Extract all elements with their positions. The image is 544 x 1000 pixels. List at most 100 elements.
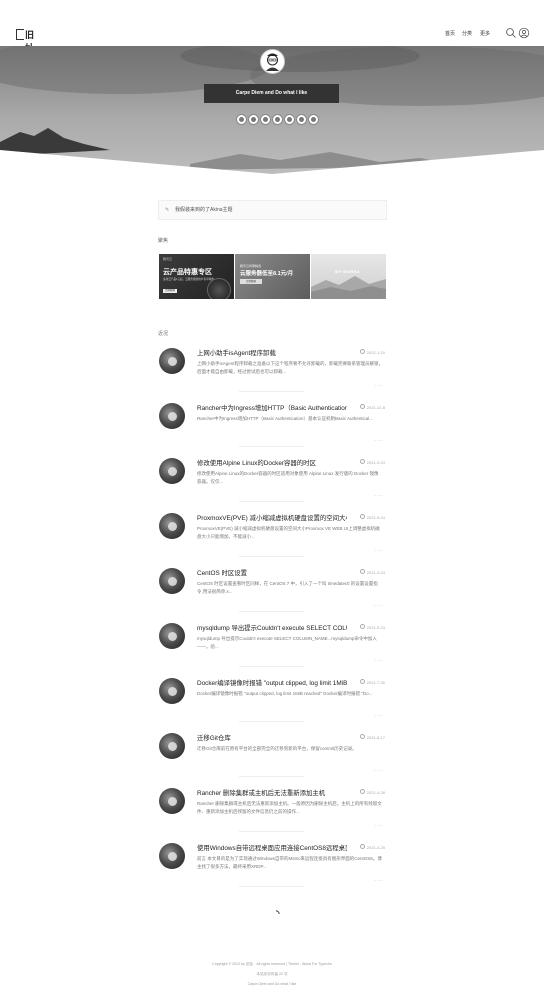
divider bbox=[239, 446, 304, 447]
card-button[interactable]: 立即抢购 bbox=[163, 289, 177, 293]
hero-motto: Carpe Diem and Do what I like bbox=[204, 84, 339, 103]
nav-categories[interactable]: 分类 bbox=[462, 30, 472, 37]
post-title[interactable]: 迁移Git仓库 bbox=[197, 733, 347, 742]
site-logo[interactable]: 旧址 bbox=[16, 29, 40, 53]
user-icon[interactable] bbox=[518, 27, 530, 39]
featured-card-2[interactable]: 腾讯云特惠精选 云服务器低至8.1元/月 立即抢购 bbox=[235, 254, 310, 299]
divider bbox=[239, 886, 304, 887]
post-title[interactable]: 使用Windows自带远程桌面应用连接CentOS8远程桌面 bbox=[197, 843, 347, 852]
post-item[interactable]: 修改使用Alpine Linux的Docker容器的时区 2021-9-24 修… bbox=[158, 458, 385, 513]
landscape-graphic bbox=[311, 276, 386, 299]
post-date: 2021-7-30 bbox=[359, 679, 385, 685]
divider bbox=[239, 831, 304, 832]
more-icon[interactable]: ··· bbox=[374, 548, 383, 554]
clock-icon bbox=[359, 459, 365, 464]
post-item[interactable]: Rancher 删除集群或主机后无法重新添加主机 2021-4-28 Ranch… bbox=[158, 788, 385, 843]
post-item[interactable]: Rancher中为Ingress增加HTTP（Basic Authenticat… bbox=[158, 403, 385, 458]
post-title[interactable]: CentOS 时区设置 bbox=[197, 568, 347, 577]
featured-card-3[interactable]: MY WORKS bbox=[311, 254, 386, 299]
loading-spinner-icon bbox=[272, 910, 280, 918]
clock-icon bbox=[359, 349, 365, 354]
more-icon[interactable]: ··· bbox=[374, 603, 383, 609]
more-icon[interactable]: ··· bbox=[374, 438, 383, 444]
post-title[interactable]: Rancher中为Ingress增加HTTP（Basic Authenticat… bbox=[197, 403, 347, 412]
more-icon[interactable]: ··· bbox=[374, 713, 383, 719]
post-item[interactable]: 上网小助手isAgent程序卸载 2022-1-20 上网小助手isAgent程… bbox=[158, 348, 385, 403]
more-icon[interactable]: ··· bbox=[374, 658, 383, 664]
clock-icon bbox=[359, 514, 365, 519]
weibo-icon[interactable] bbox=[272, 114, 283, 125]
recent-heading: 近况 bbox=[158, 331, 169, 337]
post-thumbnail[interactable] bbox=[159, 568, 185, 594]
divider bbox=[239, 501, 304, 502]
rss-icon[interactable] bbox=[296, 114, 307, 125]
post-thumbnail[interactable] bbox=[159, 733, 185, 759]
post-excerpt: 上网小助手isAgent程序卸载之准备以下这个程序要不允许卸载的，卸载完要联系管… bbox=[197, 361, 383, 374]
post-thumbnail[interactable] bbox=[159, 403, 185, 429]
more-icon[interactable]: ··· bbox=[374, 823, 383, 829]
post-thumbnail[interactable] bbox=[159, 513, 185, 539]
more-icon[interactable]: ··· bbox=[374, 493, 383, 499]
post-thumbnail[interactable] bbox=[159, 348, 185, 374]
nav-home[interactable]: 首页 bbox=[445, 30, 455, 37]
divider bbox=[239, 391, 304, 392]
post-excerpt: 前言 本文目的是为了实现通过Windows自带的Mstsc来远程连接具有图形界面… bbox=[197, 856, 382, 869]
post-item[interactable]: ProxmoxVE(PVE) 减小缩减虚拟机硬盘设置的空间大小 2021-9-2… bbox=[158, 513, 385, 568]
featured-card-1[interactable]: 腾讯云 云产品特惠专区 多款云产品1元起，云服务器新用户专享特惠 立即抢购 bbox=[159, 254, 234, 299]
logo-mark-icon bbox=[16, 29, 24, 40]
post-thumbnail[interactable] bbox=[159, 678, 185, 704]
post-item[interactable]: 迁移Git仓库 2021-6-17 迁移Git仓库前在原有平台的全部完全的迁移到… bbox=[158, 733, 385, 788]
post-date: 2021-9-24 bbox=[359, 514, 385, 520]
post-excerpt: 修改使用Alpine Linux的Docker容器的时区适用对象使用 Alpin… bbox=[197, 471, 379, 484]
post-thumbnail[interactable] bbox=[159, 843, 185, 869]
qq-icon[interactable] bbox=[248, 114, 259, 125]
more-icon[interactable]: ··· bbox=[374, 878, 383, 884]
clock-icon bbox=[359, 569, 365, 574]
post-title[interactable]: 上网小助手isAgent程序卸载 bbox=[197, 348, 347, 357]
nav-more[interactable]: 更多 bbox=[480, 30, 490, 37]
post-excerpt: mysqldump 导出提示Couldn't execute SELECT CO… bbox=[197, 636, 377, 649]
post-title[interactable]: 修改使用Alpine Linux的Docker容器的时区 bbox=[197, 458, 347, 467]
post-date: 2021-9-24 bbox=[359, 569, 385, 575]
clock-icon bbox=[359, 844, 365, 849]
home-icon[interactable] bbox=[308, 114, 319, 125]
post-thumbnail[interactable] bbox=[159, 788, 185, 814]
divider bbox=[239, 611, 304, 612]
post-thumbnail[interactable] bbox=[159, 623, 185, 649]
post-title[interactable]: Rancher 删除集群或主机后无法重新添加主机 bbox=[197, 788, 347, 797]
post-date: 2021-12-8 bbox=[359, 404, 385, 410]
card-button[interactable]: 立即抢购 bbox=[240, 279, 262, 284]
more-icon[interactable]: ··· bbox=[374, 768, 383, 774]
post-item[interactable]: Docker编译镜像时报错 "output clipped, log limit… bbox=[158, 678, 385, 733]
post-excerpt: CentOS 时区设置查看时区同样，在 CentOS 7 中，引入了一个叫 ti… bbox=[197, 581, 378, 594]
post-thumbnail[interactable] bbox=[159, 458, 185, 484]
top-navbar: 旧址 首页 分类 更多 bbox=[0, 0, 544, 53]
footer-visits: 本站总访问量 22 次 bbox=[256, 972, 288, 976]
post-title[interactable]: ProxmoxVE(PVE) 减小缩减虚拟机硬盘设置的空间大小 bbox=[197, 513, 347, 522]
post-excerpt: Rancher 删除集群或主机后无法重新添加主机。一般原因为删除主机后，主机上的… bbox=[197, 801, 382, 814]
clock-icon bbox=[359, 734, 365, 739]
clock-icon bbox=[359, 624, 365, 629]
post-excerpt: Rancher中为Ingress增加HTTP（Basic Authenticat… bbox=[197, 416, 374, 421]
post-item[interactable]: CentOS 时区设置 2021-9-24 CentOS 时区设置查看时区同样，… bbox=[158, 568, 385, 623]
post-date: 2022-1-20 bbox=[359, 349, 385, 355]
post-excerpt: Docker编译镜像时报错 "output clipped, log limit… bbox=[197, 691, 373, 696]
card-text: MY WORKS bbox=[335, 269, 360, 274]
more-icon[interactable]: ··· bbox=[374, 383, 383, 389]
card-line1: 腾讯云特惠精选 bbox=[240, 264, 262, 268]
post-item[interactable]: 使用Windows自带远程桌面应用连接CentOS8远程桌面 2021-4-25… bbox=[158, 843, 385, 898]
clock-icon bbox=[359, 404, 365, 409]
clock-icon bbox=[359, 679, 365, 684]
github-icon[interactable] bbox=[260, 114, 271, 125]
pen-icon: ✎ bbox=[165, 207, 170, 213]
author-avatar[interactable] bbox=[260, 49, 285, 74]
post-item[interactable]: mysqldump 导出提示Couldn't execute SELECT CO… bbox=[158, 623, 385, 678]
wechat-icon[interactable] bbox=[236, 114, 247, 125]
email-icon[interactable] bbox=[284, 114, 295, 125]
divider bbox=[239, 556, 304, 557]
divider bbox=[239, 776, 304, 777]
post-title[interactable]: Docker编译镜像时报错 "output clipped, log limit… bbox=[197, 678, 347, 687]
clock-icon bbox=[359, 789, 365, 794]
search-icon[interactable] bbox=[505, 27, 517, 39]
post-title[interactable]: mysqldump 导出提示Couldn't execute SELECT CO… bbox=[197, 623, 347, 632]
